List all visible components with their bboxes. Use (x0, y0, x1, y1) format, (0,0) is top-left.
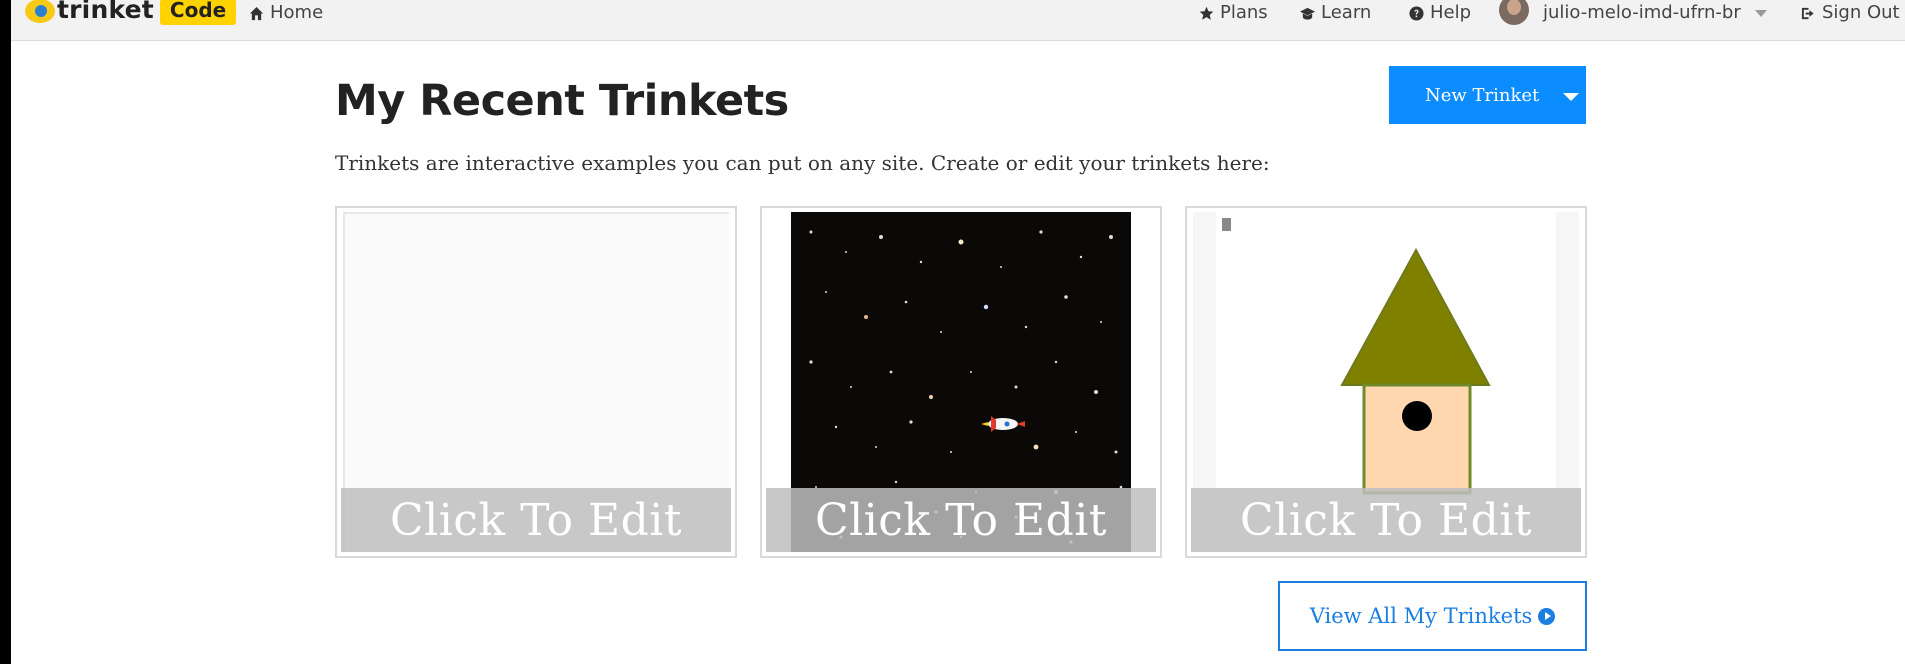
nav-home-label: Home (270, 2, 324, 23)
nav-learn-link[interactable]: Learn (1300, 0, 1371, 26)
nav-learn-label: Learn (1321, 2, 1372, 23)
click-to-edit-overlay: Click To Edit (341, 488, 731, 552)
trinket-logo-icon (25, 0, 55, 23)
graduation-cap-icon (1300, 7, 1315, 20)
nav-plans-link[interactable]: Plans (1199, 0, 1268, 26)
click-to-edit-overlay: Click To Edit (1191, 488, 1581, 552)
logo-text: trinket (57, 0, 154, 24)
question-circle-icon (1409, 5, 1424, 21)
click-to-edit-label: Click To Edit (814, 494, 1108, 546)
window-edge (0, 0, 11, 664)
view-all-trinkets-button[interactable]: View All My Trinkets (1278, 581, 1587, 651)
nav-home-link[interactable]: Home (249, 0, 323, 26)
new-trinket-label: New Trinket (1425, 84, 1540, 106)
logo-badge: Code (159, 0, 237, 25)
sign-out-icon (1801, 7, 1814, 19)
page-title: My Recent Trinkets (335, 76, 789, 126)
view-all-label: View All My Trinkets (1309, 604, 1533, 628)
click-to-edit-label: Click To Edit (389, 494, 683, 546)
chevron-down-icon (1754, 9, 1767, 17)
caret-down-icon (1563, 93, 1580, 101)
nav-help-link[interactable]: Help (1409, 0, 1471, 26)
top-navbar: trinket Code Home Plans Learn Help julio… (11, 0, 1905, 41)
click-to-edit-label: Click To Edit (1239, 494, 1533, 546)
click-to-edit-overlay: Click To Edit (766, 488, 1156, 552)
star-icon (1199, 6, 1214, 20)
nav-signout-link[interactable]: Sign Out (1801, 0, 1900, 26)
new-trinket-button[interactable]: New Trinket (1389, 66, 1586, 124)
home-icon (249, 6, 264, 20)
nav-plans-label: Plans (1220, 2, 1268, 23)
rocket-icon (981, 416, 1025, 432)
page-subtitle: Trinkets are interactive examples you ca… (335, 151, 1270, 175)
trinket-card-3[interactable]: Click To Edit (1185, 206, 1587, 558)
nav-signout-label: Sign Out (1822, 2, 1900, 23)
trinket-card-2[interactable]: Click To Edit (760, 206, 1162, 558)
trinket-card-1[interactable]: Click To Edit (335, 206, 737, 558)
arrow-circle-right-icon (1538, 607, 1556, 625)
username-label: julio-melo-imd-ufrn-br (1543, 2, 1741, 23)
user-menu[interactable]: julio-melo-imd-ufrn-br (1499, 0, 1767, 26)
trinket-logo[interactable]: trinket Code (25, 0, 237, 26)
avatar (1499, 0, 1529, 25)
nav-help-label: Help (1430, 2, 1472, 23)
